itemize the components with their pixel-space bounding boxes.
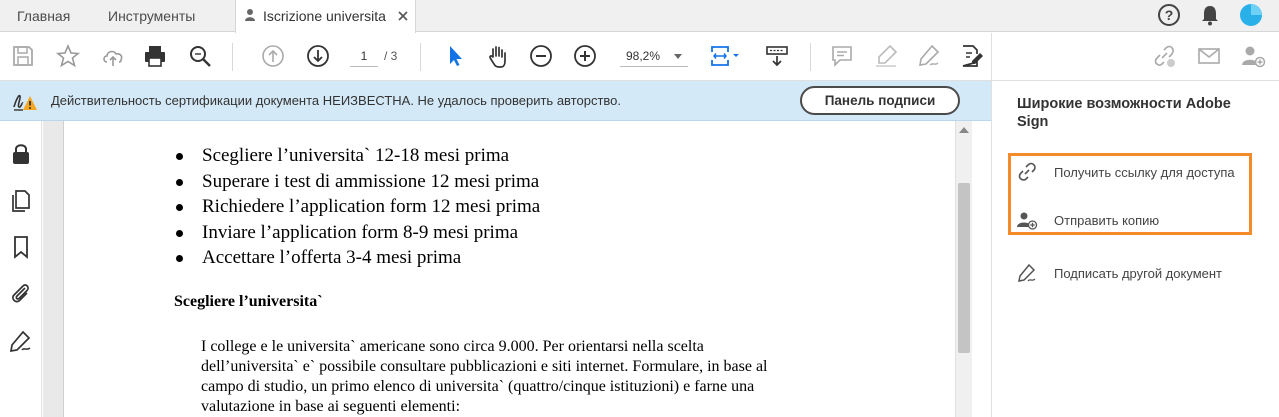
close-icon[interactable] — [396, 9, 410, 23]
list-item: Richiedere l’application form 12 mesi pr… — [174, 194, 540, 220]
arrow-down-circle-icon — [307, 45, 329, 67]
list-item: Accettare l’offerta 3-4 mesi prima — [174, 245, 540, 271]
add-user-button[interactable] — [1240, 43, 1266, 69]
zoom-level-value: 98,2% — [626, 49, 661, 63]
scroll-mode-button[interactable] — [764, 43, 790, 69]
edit-document-icon — [962, 45, 983, 67]
document-page: Scegliere l’universita` 12-18 mesi prima… — [63, 121, 955, 417]
next-page-button[interactable] — [305, 43, 331, 69]
printer-icon — [145, 46, 165, 67]
highlight-button[interactable] — [873, 43, 899, 69]
bookmark-star-button[interactable] — [55, 43, 81, 69]
zoom-in-button[interactable] — [572, 43, 598, 69]
prev-page-button[interactable] — [260, 43, 286, 69]
chevron-down-icon — [674, 54, 682, 59]
search-icon — [190, 46, 211, 67]
hand-tool-button[interactable] — [485, 43, 511, 69]
page-number-input[interactable] — [350, 45, 378, 67]
comment-icon — [832, 46, 852, 67]
profile-avatar-icon[interactable] — [1239, 3, 1263, 27]
right-panel-toolbar — [991, 33, 1279, 81]
send-copy-label: Отправить копию — [1054, 213, 1160, 228]
user-add-icon — [1242, 46, 1266, 68]
paragraph-line: campo di studio, un primo elenco di univ… — [201, 378, 755, 395]
signature-warning-icon — [13, 94, 37, 111]
main-toolbar: / 3 98,2% — [0, 33, 991, 81]
send-copy-item[interactable]: Отправить копию — [1016, 209, 1266, 233]
bookmark-icon[interactable] — [8, 234, 34, 260]
search-button[interactable] — [187, 43, 213, 69]
toolbar-separator — [232, 43, 233, 71]
arrow-up-circle-icon — [262, 45, 284, 67]
left-navigation-rail — [0, 121, 42, 417]
toolbar-separator — [810, 43, 811, 71]
bullet-list: Scegliere l’universita` 12-18 mesi prima… — [174, 143, 540, 271]
list-item: Scegliere l’universita` 12-18 mesi prima — [174, 143, 540, 169]
help-icon[interactable]: ? — [1157, 3, 1181, 27]
paragraph: I college e le universita` americane son… — [201, 337, 861, 417]
signature-icon[interactable] — [8, 328, 34, 354]
fill-sign-button[interactable] — [958, 43, 984, 69]
mail-icon — [1198, 48, 1220, 64]
sign-pen-icon — [1018, 263, 1036, 282]
highlighter-icon — [876, 44, 898, 67]
paragraph-line: dell’universita` e` possibile consultare… — [201, 358, 768, 375]
upload-cloud-button[interactable] — [100, 43, 126, 69]
fit-page-button[interactable] — [708, 43, 744, 69]
certification-notice-bar: Действительность сертификации документа … — [0, 81, 991, 121]
pages-icon[interactable] — [8, 188, 34, 214]
user-add-icon — [1017, 212, 1038, 230]
page-total: / 3 — [384, 49, 398, 63]
scroll-up-arrow-icon[interactable] — [959, 127, 969, 133]
paragraph-line: I college e le universita` americane son… — [201, 338, 704, 355]
sign-pen-icon — [919, 44, 940, 66]
hand-icon — [489, 46, 506, 68]
cursor-arrow-icon — [450, 46, 462, 66]
link-icon — [1018, 162, 1036, 181]
paragraph-line: valutazione in base ai seguenti elementi… — [201, 398, 461, 415]
sign-other-document-label: Подписать другой документ — [1054, 266, 1222, 281]
tab-home[interactable]: Главная — [17, 0, 70, 32]
tab-document[interactable]: Iscrizione universita — [235, 0, 416, 33]
user-lock-icon — [245, 9, 255, 21]
keyboard-scroll-icon — [766, 46, 788, 67]
save-icon — [13, 46, 33, 66]
link-share-icon — [1154, 45, 1175, 67]
bell-icon[interactable] — [1198, 3, 1222, 27]
fit-width-icon — [711, 46, 739, 66]
select-tool-button[interactable] — [442, 43, 468, 69]
tab-bar: Главная Инструменты Iscrizione universit… — [0, 0, 1279, 33]
lock-icon[interactable] — [8, 141, 34, 167]
sign-other-document-item[interactable]: Подписать другой документ — [1016, 262, 1266, 286]
scroll-thumb[interactable] — [958, 183, 970, 353]
notice-text: Действительность сертификации документа … — [51, 93, 621, 108]
get-link-label: Получить ссылку для доступа — [1054, 165, 1235, 180]
star-icon — [55, 43, 81, 68]
toolbar-separator — [420, 43, 421, 71]
sign-button[interactable] — [916, 43, 942, 69]
zoom-level-select[interactable]: 98,2% — [620, 45, 688, 67]
share-link-button[interactable] — [1151, 43, 1177, 69]
list-item: Inviare l’application form 8-9 mesi prim… — [174, 220, 540, 246]
plus-circle-icon — [574, 45, 596, 67]
email-button[interactable] — [1196, 43, 1222, 69]
zoom-out-button[interactable] — [528, 43, 554, 69]
comment-button[interactable] — [829, 43, 855, 69]
save-button[interactable] — [10, 43, 36, 69]
tab-document-label: Iscrizione universita — [263, 8, 386, 24]
cloud-upload-icon — [103, 50, 123, 66]
panel-title: Широкие возможности Adobe Sign — [1017, 96, 1231, 130]
section-heading: Scegliere l’universita` — [174, 293, 323, 310]
attachment-icon[interactable] — [8, 280, 34, 306]
get-link-item[interactable]: Получить ссылку для доступа — [1016, 161, 1266, 185]
tab-tools[interactable]: Инструменты — [108, 0, 195, 32]
minus-circle-icon — [530, 45, 552, 67]
vertical-scrollbar[interactable] — [955, 121, 972, 417]
document-viewport[interactable]: Scegliere l’universita` 12-18 mesi prima… — [43, 121, 955, 417]
right-tools-panel: Широкие возможности Adobe Sign Получить … — [991, 81, 1279, 417]
print-button[interactable] — [142, 43, 168, 69]
signature-panel-button[interactable]: Панель подписи — [800, 86, 960, 115]
list-item: Superare i test di ammissione 12 mesi pr… — [174, 169, 540, 195]
svg-text:?: ? — [1165, 7, 1174, 23]
